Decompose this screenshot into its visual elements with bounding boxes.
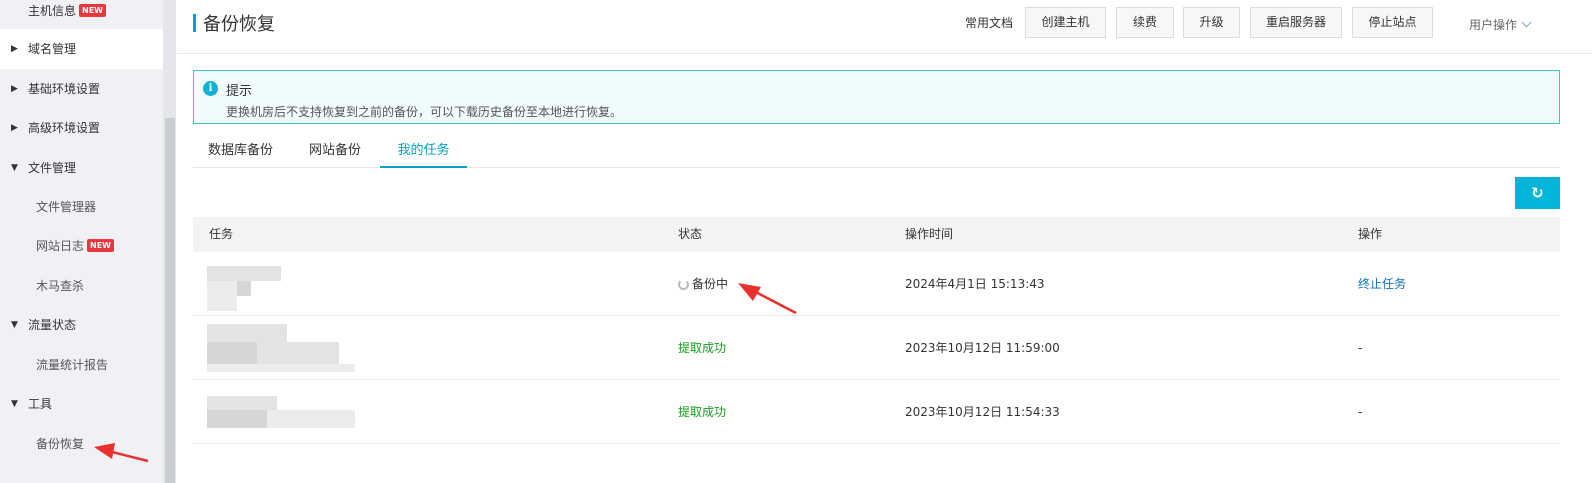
caret-down-icon: ▼ bbox=[11, 320, 18, 330]
notice-text: 更换机房后不支持恢复到之前的备份，可以下载历史备份至本地进行恢复。 bbox=[226, 105, 623, 119]
sidebar: 主机信息 NEW ▶ 域名管理 ▶ 基础环境设置 ▶ 高级环境设置 ▼ 文件管理… bbox=[0, 0, 176, 483]
info-icon: i bbox=[203, 81, 218, 96]
restart-server-button[interactable]: 重启服务器 bbox=[1250, 7, 1342, 38]
sidebar-item-backup-restore[interactable]: 备份恢复 bbox=[0, 424, 163, 464]
status-text: 备份中 bbox=[692, 277, 729, 291]
sidebar-item-file-management[interactable]: ▼ 文件管理 bbox=[0, 148, 163, 188]
sidebar-item-domain[interactable]: ▶ 域名管理 bbox=[0, 29, 163, 69]
caret-down-icon: ▼ bbox=[11, 399, 18, 409]
sidebar-item-label: 备份恢复 bbox=[36, 437, 85, 451]
terminate-task-link[interactable]: 终止任务 bbox=[1358, 252, 1406, 316]
tab-database-backup[interactable]: 数据库备份 bbox=[208, 135, 273, 168]
page-title: 备份恢复 bbox=[203, 14, 275, 35]
sidebar-item-trojan-scan[interactable]: 木马查杀 bbox=[0, 266, 163, 306]
sidebar-item-label: 网站日志 bbox=[36, 239, 85, 253]
sidebar-item-label: 木马查杀 bbox=[36, 279, 85, 293]
column-header-time: 操作时间 bbox=[905, 227, 954, 241]
caret-right-icon: ▶ bbox=[11, 123, 18, 133]
table-row: 提取成功 2023年10月12日 11:54:33 - bbox=[193, 380, 1560, 444]
column-header-status: 状态 bbox=[678, 227, 703, 241]
sidebar-item-label: 文件管理器 bbox=[36, 200, 97, 214]
table-row: 提取成功 2023年10月12日 11:59:00 - bbox=[193, 316, 1560, 380]
sidebar-scroll-thumb[interactable] bbox=[165, 118, 175, 483]
caret-right-icon: ▶ bbox=[11, 44, 18, 54]
sidebar-item-label: 文件管理 bbox=[28, 161, 77, 175]
sidebar-item-label: 流量状态 bbox=[28, 318, 77, 332]
column-header-task: 任务 bbox=[209, 227, 234, 241]
task-status: 提取成功 bbox=[678, 341, 727, 355]
title-accent-bar bbox=[193, 14, 196, 32]
table-row: 备份中 2024年4月1日 15:13:43 终止任务 bbox=[193, 252, 1560, 316]
task-time: 2024年4月1日 15:13:43 bbox=[905, 277, 1045, 291]
new-badge: NEW bbox=[79, 4, 106, 17]
column-header-action: 操作 bbox=[1358, 227, 1383, 241]
caret-down-icon: ▼ bbox=[11, 163, 18, 173]
user-actions-dropdown[interactable]: 用户操作 bbox=[1469, 16, 1532, 33]
task-status: 备份中 bbox=[678, 252, 728, 316]
upgrade-button[interactable]: 升级 bbox=[1183, 7, 1240, 38]
tab-my-tasks[interactable]: 我的任务 bbox=[380, 135, 467, 168]
sidebar-item-traffic-report[interactable]: 流量统计报告 bbox=[0, 345, 163, 385]
sidebar-item-host-info[interactable]: 主机信息 NEW bbox=[0, 0, 163, 31]
sidebar-item-label: 主机信息 bbox=[28, 4, 77, 18]
sidebar-item-file-manager[interactable]: 文件管理器 bbox=[0, 187, 163, 227]
sidebar-item-site-log[interactable]: 网站日志 NEW bbox=[0, 226, 163, 266]
chevron-down-icon bbox=[1521, 17, 1532, 28]
sidebar-item-label: 流量统计报告 bbox=[36, 358, 109, 372]
task-action: - bbox=[1358, 341, 1363, 355]
renew-button[interactable]: 续费 bbox=[1116, 7, 1174, 38]
task-time: 2023年10月12日 11:54:33 bbox=[905, 405, 1060, 419]
caret-right-icon: ▶ bbox=[11, 84, 18, 94]
docs-link[interactable]: 常用文档 bbox=[965, 14, 1013, 31]
sidebar-item-label: 基础环境设置 bbox=[28, 82, 101, 96]
table-header: 任务 状态 操作时间 操作 bbox=[193, 217, 1560, 252]
sidebar-item-label: 域名管理 bbox=[28, 42, 77, 56]
task-status: 提取成功 bbox=[678, 405, 727, 419]
page-header: 备份恢复 常用文档 创建主机 续费 升级 重启服务器 停止站点 用户操作 bbox=[177, 0, 1592, 54]
task-time: 2023年10月12日 11:59:00 bbox=[905, 341, 1060, 355]
sidebar-item-label: 工具 bbox=[28, 397, 53, 411]
notice-title: 提示 bbox=[226, 84, 253, 99]
tab-site-backup[interactable]: 网站备份 bbox=[309, 135, 361, 168]
notice-banner: i 提示 更换机房后不支持恢复到之前的备份，可以下载历史备份至本地进行恢复。 bbox=[193, 70, 1560, 124]
sidebar-item-basic-env[interactable]: ▶ 基础环境设置 bbox=[0, 69, 163, 109]
sidebar-item-advanced-env[interactable]: ▶ 高级环境设置 bbox=[0, 108, 163, 148]
refresh-button[interactable]: ↻ bbox=[1515, 177, 1560, 209]
sidebar-item-traffic-status[interactable]: ▼ 流量状态 bbox=[0, 305, 163, 345]
new-badge: NEW bbox=[87, 239, 114, 252]
task-action: - bbox=[1358, 405, 1363, 419]
create-host-button[interactable]: 创建主机 bbox=[1025, 7, 1106, 38]
stop-site-button[interactable]: 停止站点 bbox=[1352, 7, 1433, 38]
sidebar-item-tools[interactable]: ▼ 工具 bbox=[0, 384, 163, 424]
sidebar-item-label: 高级环境设置 bbox=[28, 121, 101, 135]
user-actions-label: 用户操作 bbox=[1469, 18, 1518, 32]
tab-bar: 数据库备份 网站备份 我的任务 bbox=[193, 135, 1560, 168]
refresh-icon: ↻ bbox=[1531, 184, 1544, 202]
loading-spinner-icon bbox=[678, 279, 689, 290]
